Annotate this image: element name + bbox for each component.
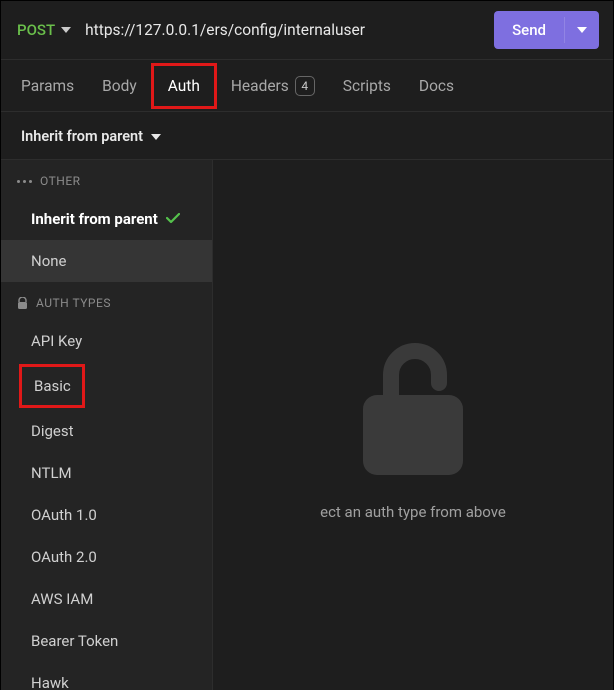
auth-item-aws-iam-label: AWS IAM [31, 590, 93, 608]
send-button-label: Send [494, 11, 564, 49]
auth-main-panel: ect an auth type from above [213, 160, 613, 690]
tab-headers[interactable]: Headers 4 [217, 62, 329, 110]
check-icon [166, 210, 180, 228]
auth-mode-dropdown[interactable]: Inherit from parent [21, 128, 161, 145]
http-method-select[interactable]: POST [17, 21, 71, 39]
auth-item-inherit-label: Inherit from parent [31, 210, 158, 228]
auth-item-oauth1-label: OAuth 1.0 [31, 506, 97, 524]
section-authtypes-header: AUTH TYPES [1, 282, 212, 320]
tab-headers-label: Headers [231, 77, 289, 95]
auth-item-oauth2[interactable]: OAuth 2.0 [1, 536, 212, 578]
section-authtypes-label: AUTH TYPES [36, 296, 111, 310]
auth-item-hawk[interactable]: Hawk [1, 662, 212, 690]
more-icon [17, 180, 32, 183]
caret-down-icon [61, 27, 71, 33]
send-split-button[interactable] [564, 17, 599, 43]
section-other-header: OTHER [1, 160, 212, 198]
tab-params[interactable]: Params [7, 63, 88, 109]
auth-sidebar: OTHER Inherit from parent None AUTH TYPE… [1, 160, 213, 690]
auth-item-bearer-label: Bearer Token [31, 632, 118, 650]
send-button[interactable]: Send [494, 11, 599, 49]
auth-item-aws-iam[interactable]: AWS IAM [1, 578, 212, 620]
request-tabs: Params Body Auth Headers 4 Scripts Docs [1, 60, 613, 112]
url-input[interactable]: https://127.0.0.1/ers/config/internaluse… [79, 17, 486, 43]
auth-item-oauth1[interactable]: OAuth 1.0 [1, 494, 212, 536]
auth-item-inherit[interactable]: Inherit from parent [1, 198, 212, 240]
tab-scripts[interactable]: Scripts [329, 63, 405, 109]
tab-docs[interactable]: Docs [405, 63, 468, 109]
auth-item-hawk-label: Hawk [31, 674, 69, 690]
lock-icon [17, 297, 28, 310]
tab-body[interactable]: Body [88, 63, 151, 109]
tab-params-label: Params [21, 77, 74, 95]
headers-count-badge: 4 [295, 76, 315, 96]
auth-item-api-key-label: API Key [31, 332, 82, 350]
unlock-icon [353, 333, 473, 483]
auth-item-digest[interactable]: Digest [1, 410, 212, 452]
auth-item-none-label: None [31, 252, 67, 270]
auth-item-digest-label: Digest [31, 422, 74, 440]
auth-item-basic[interactable]: Basic [19, 364, 85, 408]
http-method-label: POST [17, 21, 55, 39]
auth-item-basic-label: Basic [34, 377, 71, 395]
section-other-label: OTHER [40, 174, 81, 188]
auth-item-api-key[interactable]: API Key [1, 320, 212, 362]
tab-auth[interactable]: Auth [151, 63, 217, 109]
auth-item-none[interactable]: None [1, 240, 212, 282]
tab-body-label: Body [102, 77, 137, 95]
auth-mode-label: Inherit from parent [21, 128, 143, 145]
auth-item-ntlm-label: NTLM [31, 464, 72, 482]
tab-auth-label: Auth [168, 77, 200, 95]
auth-subbar: Inherit from parent [1, 112, 613, 160]
auth-item-bearer[interactable]: Bearer Token [1, 620, 212, 662]
tab-scripts-label: Scripts [343, 77, 391, 95]
auth-item-oauth2-label: OAuth 2.0 [31, 548, 97, 566]
request-bar: POST https://127.0.0.1/ers/config/intern… [1, 1, 613, 60]
auth-item-ntlm[interactable]: NTLM [1, 452, 212, 494]
auth-content: OTHER Inherit from parent None AUTH TYPE… [1, 160, 613, 690]
auth-placeholder-message: ect an auth type from above [320, 503, 506, 521]
tab-docs-label: Docs [419, 77, 454, 95]
caret-down-icon [151, 134, 161, 140]
